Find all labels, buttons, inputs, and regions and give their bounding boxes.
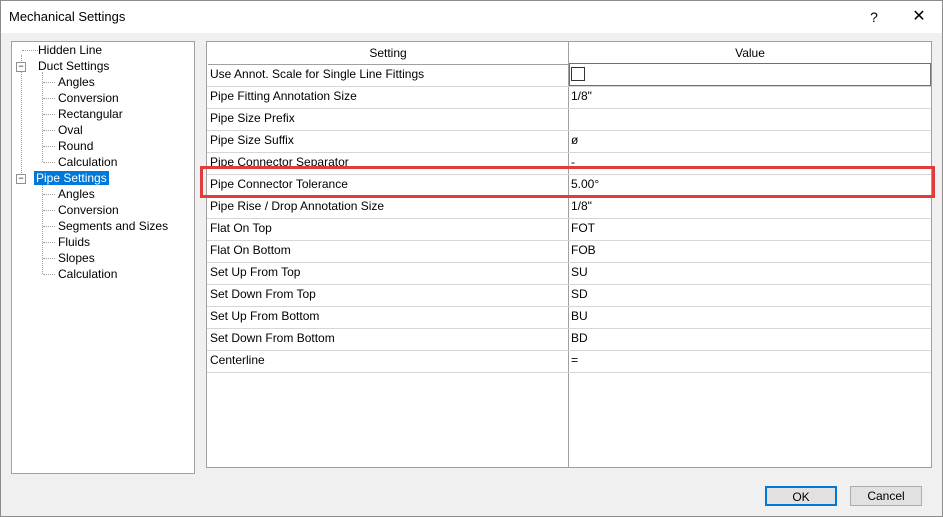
setting-name: Flat On Top [210, 221, 272, 235]
tree-item-label: Conversion [58, 203, 119, 217]
tree-item-label: Oval [58, 123, 83, 137]
tree-item-duct-oval[interactable]: Oval [56, 122, 85, 138]
tree-connector [43, 82, 55, 83]
setting-name: Use Annot. Scale for Single Line Fitting… [210, 67, 425, 81]
setting-name: Set Up From Top [210, 265, 301, 279]
tree-item-label: Calculation [58, 155, 118, 169]
grid-row-use-annot-scale[interactable]: Use Annot. Scale for Single Line Fitting… [207, 63, 931, 87]
tree-item-label: Angles [58, 75, 95, 89]
tree-item-label: Duct Settings [38, 59, 110, 73]
tree-connector [21, 55, 22, 179]
tree-item-duct-rectangular[interactable]: Rectangular [56, 106, 125, 122]
column-header-value[interactable]: Value [569, 43, 931, 65]
tree-item-duct-settings[interactable]: Duct Settings [36, 58, 111, 74]
settings-grid: Setting Value Use Annot. Scale for Singl… [206, 41, 932, 468]
setting-value[interactable] [571, 108, 926, 130]
setting-value[interactable]: ø [571, 130, 926, 152]
tree-connector [43, 98, 55, 99]
setting-value[interactable]: 1/8" [571, 86, 926, 108]
tree-item-pipe-segments-and-sizes[interactable]: Segments and Sizes [56, 218, 170, 234]
tree-item-pipe-settings[interactable]: Pipe Settings [34, 170, 109, 186]
highlight-annotation-box [200, 166, 935, 198]
ok-button[interactable]: OK [765, 486, 837, 506]
title-bar: Mechanical Settings ? ✕ [1, 1, 942, 33]
setting-value[interactable]: = [571, 350, 926, 372]
tree-item-label: Segments and Sizes [58, 219, 169, 233]
tree-item-label: Round [58, 139, 94, 153]
setting-name: Centerline [210, 353, 265, 367]
grid-row[interactable]: Pipe Size Suffix ø [207, 130, 931, 153]
grid-row[interactable]: Flat On Bottom FOB [207, 240, 931, 263]
setting-name: Set Up From Bottom [210, 309, 320, 323]
tree-item-hidden-line[interactable]: Hidden Line [36, 42, 104, 58]
tree-item-duct-conversion[interactable]: Conversion [56, 90, 121, 106]
tree-item-pipe-calculation[interactable]: Calculation [56, 266, 119, 282]
setting-value[interactable]: FOT [571, 218, 926, 240]
setting-name: Pipe Rise / Drop Annotation Size [210, 199, 385, 213]
setting-value[interactable]: BD [571, 328, 926, 350]
tree-item-duct-angles[interactable]: Angles [56, 74, 97, 90]
tree-item-duct-calculation[interactable]: Calculation [56, 154, 119, 170]
tree-item-pipe-fluids[interactable]: Fluids [56, 234, 92, 250]
setting-name: Set Down From Top [210, 287, 316, 301]
tree-item-label: Pipe Settings [34, 171, 109, 185]
setting-value[interactable]: SU [571, 262, 926, 284]
tree-item-label: Conversion [58, 91, 119, 105]
mechanical-settings-dialog: Mechanical Settings ? ✕ Hidden Line − Du… [0, 0, 943, 517]
grid-row[interactable]: Flat On Top FOT [207, 218, 931, 241]
setting-name: Pipe Size Suffix [210, 133, 294, 147]
close-button[interactable]: ✕ [901, 5, 937, 29]
tree-connector [43, 226, 55, 227]
tree-item-label: Hidden Line [38, 43, 103, 57]
column-header-setting[interactable]: Setting [208, 43, 568, 65]
tree-item-label: Rectangular [58, 107, 123, 121]
tree-connector [43, 242, 55, 243]
tree-connector [43, 162, 55, 163]
tree-item-duct-round[interactable]: Round [56, 138, 95, 154]
setting-value[interactable]: BU [571, 306, 926, 328]
tree-connector [43, 146, 55, 147]
tree-connector [43, 210, 55, 211]
tree-item-label: Angles [58, 187, 95, 201]
window-title: Mechanical Settings [9, 9, 126, 24]
setting-name: Flat On Bottom [210, 243, 291, 257]
grid-row[interactable]: Pipe Fitting Annotation Size 1/8" [207, 86, 931, 109]
grid-row[interactable]: Pipe Size Prefix [207, 108, 931, 131]
tree-item-pipe-slopes[interactable]: Slopes [56, 250, 97, 266]
setting-name: Pipe Size Prefix [210, 111, 295, 125]
grid-row[interactable]: Set Up From Top SU [207, 262, 931, 285]
setting-value[interactable]: 1/8" [571, 196, 926, 218]
tree-item-label: Fluids [58, 235, 91, 249]
tree-item-pipe-conversion[interactable]: Conversion [56, 202, 121, 218]
tree-connector [43, 274, 55, 275]
grid-row[interactable]: Centerline = [207, 350, 931, 373]
tree-connector [43, 130, 55, 131]
collapse-duct-settings-icon[interactable]: − [16, 62, 26, 72]
help-button[interactable]: ? [859, 5, 889, 29]
use-annot-scale-checkbox[interactable] [571, 67, 585, 81]
cancel-button[interactable]: Cancel [850, 486, 922, 506]
tree-item-pipe-angles[interactable]: Angles [56, 186, 97, 202]
grid-row[interactable]: Set Down From Top SD [207, 284, 931, 307]
grid-row[interactable]: Pipe Rise / Drop Annotation Size 1/8" [207, 196, 931, 219]
tree-item-label: Slopes [58, 251, 95, 265]
tree-connector [43, 194, 55, 195]
grid-row[interactable]: Set Up From Bottom BU [207, 306, 931, 329]
setting-name: Set Down From Bottom [210, 331, 335, 345]
grid-row[interactable]: Set Down From Bottom BD [207, 328, 931, 351]
value-editor[interactable] [569, 63, 931, 86]
setting-value[interactable]: FOB [571, 240, 926, 262]
setting-name: Pipe Fitting Annotation Size [210, 89, 357, 103]
collapse-pipe-settings-icon[interactable]: − [16, 174, 26, 184]
tree-connector [43, 114, 55, 115]
tree-connector [43, 258, 55, 259]
tree-item-label: Calculation [58, 267, 118, 281]
tree-connector [42, 72, 43, 162]
setting-value[interactable]: SD [571, 284, 926, 306]
tree-connector [42, 184, 43, 274]
settings-tree[interactable]: Hidden Line − Duct Settings Angles Conve… [11, 41, 195, 474]
